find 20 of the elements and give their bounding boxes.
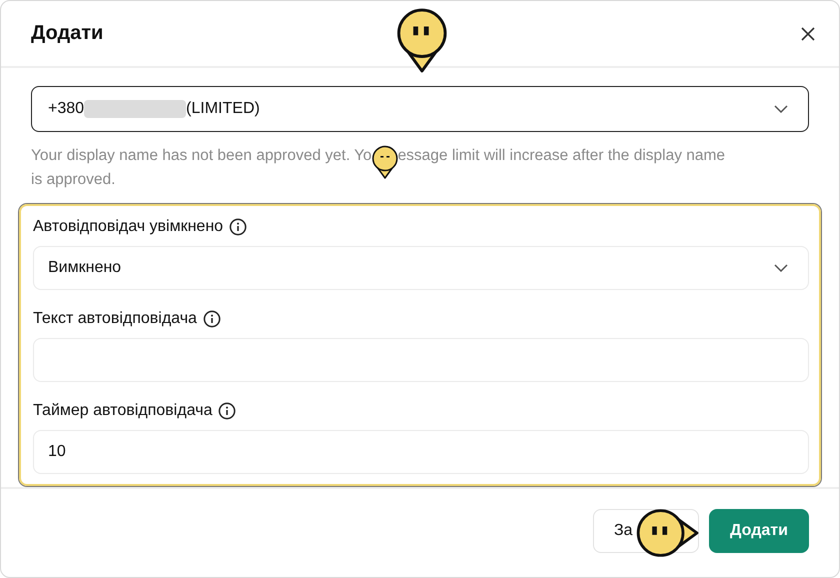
help-text: essage limit will increase after the display name — [398, 146, 726, 166]
primary-button[interactable]: Додати — [709, 509, 809, 553]
close-icon — [801, 26, 815, 40]
info-icon[interactable] — [218, 402, 236, 420]
chevron-down-icon — [774, 264, 788, 272]
help-text: is approved. — [31, 170, 116, 190]
field-label: Автовідповідач увімкнено — [33, 218, 224, 236]
field-label: Текст автовідповідача — [33, 310, 197, 328]
field-label: Таймер автовідповідача — [33, 402, 212, 420]
dialog-title: Додати — [31, 22, 104, 45]
chevron-down-icon — [774, 105, 788, 113]
input-field[interactable]: 10 — [33, 430, 809, 474]
info-icon[interactable] — [202, 310, 221, 328]
account-suffix: (LIMITED) — [186, 100, 260, 118]
select-field[interactable]: Вимкнено — [33, 246, 809, 290]
account-select[interactable]: +380 (LIMITED) — [31, 86, 809, 132]
account-prefix: +380 — [48, 100, 84, 118]
close-button[interactable] — [799, 24, 817, 42]
info-icon[interactable] — [229, 218, 248, 236]
help-text: Your display name has not been approved yet. Yo — [31, 146, 372, 166]
